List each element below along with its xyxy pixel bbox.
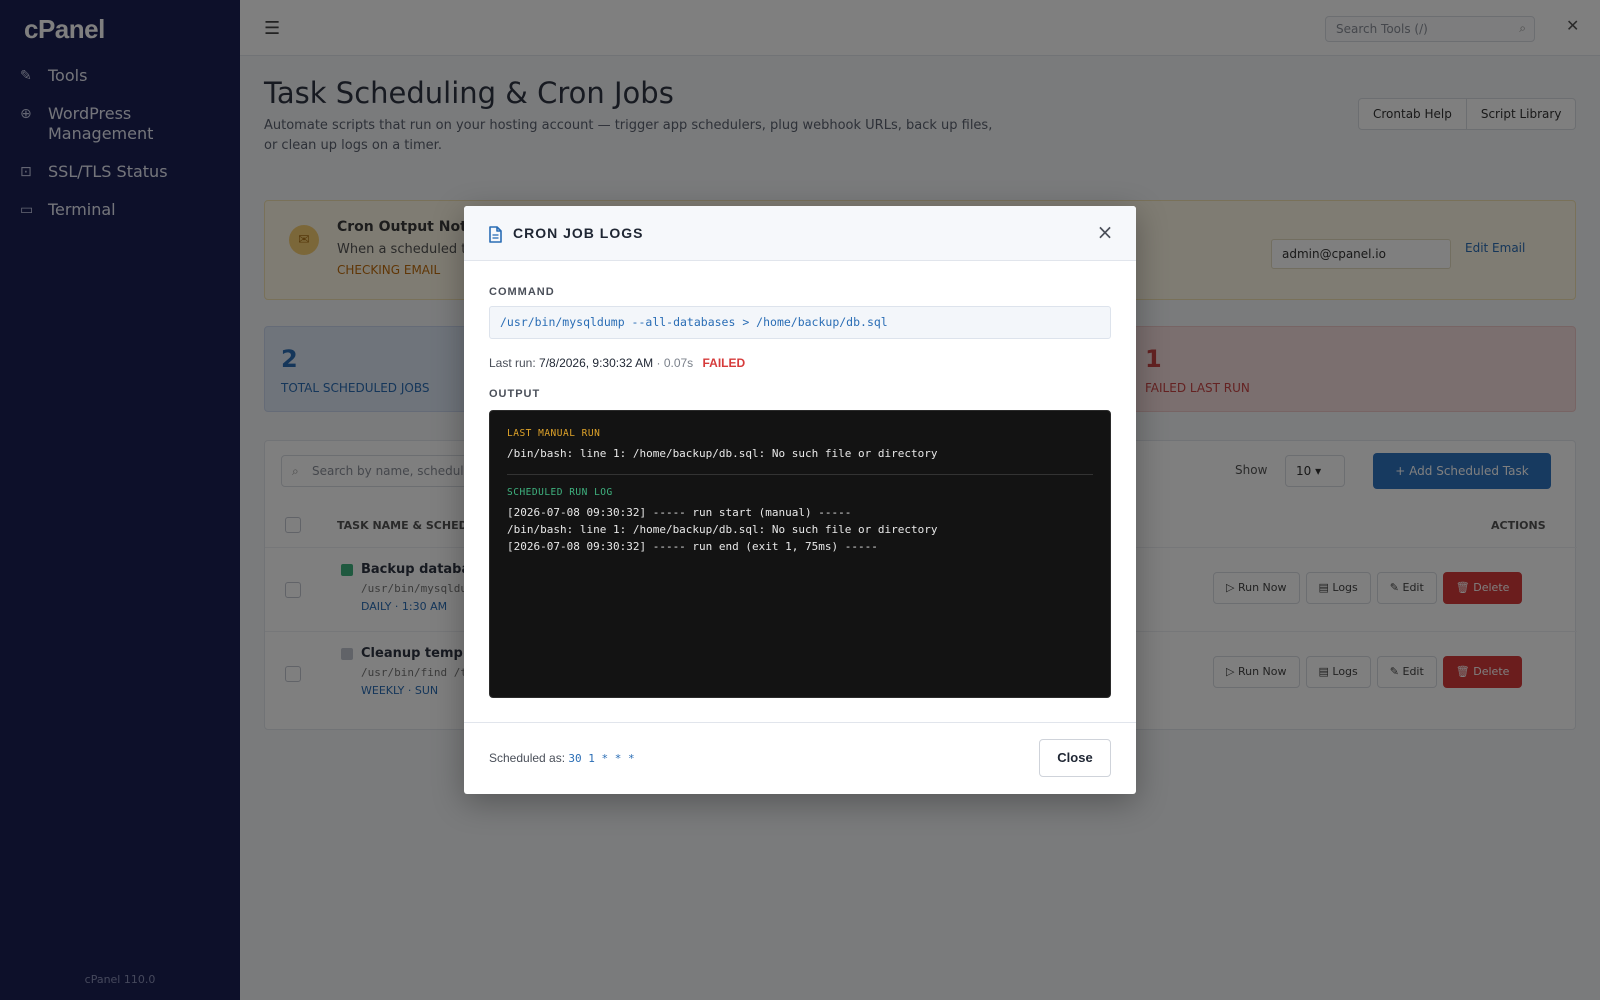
command-display: /usr/bin/mysqldump --all-databases > /ho… bbox=[489, 306, 1111, 339]
modal-close-icon[interactable]: × bbox=[1092, 219, 1118, 245]
output-divider bbox=[507, 474, 1093, 475]
log-line: [2026-07-08 09:30:32] ----- run start (m… bbox=[507, 506, 852, 519]
document-icon bbox=[488, 226, 503, 247]
last-run-time: 7/8/2026, 9:30:32 AM bbox=[539, 356, 654, 370]
cron-logs-modal: CRON JOB LOGS × COMMAND /usr/bin/mysqldu… bbox=[464, 206, 1136, 794]
status-badge: FAILED bbox=[702, 356, 746, 370]
manual-run-label: LAST MANUAL RUN bbox=[507, 428, 601, 439]
output-label: OUTPUT bbox=[489, 388, 541, 400]
log-line: /bin/bash: line 1: /home/backup/db.sql: … bbox=[507, 523, 938, 536]
last-run-label: Last run: bbox=[489, 356, 536, 370]
last-run-info: Last run: 7/8/2026, 9:30:32 AM · 0.07s F… bbox=[489, 356, 745, 370]
log-line: [2026-07-08 09:30:32] ----- run end (exi… bbox=[507, 540, 878, 553]
manual-run-output: /bin/bash: line 1: /home/backup/db.sql: … bbox=[507, 447, 938, 460]
scheduled-as-label: Scheduled as: bbox=[489, 751, 566, 765]
last-run-duration: · 0.07s bbox=[656, 356, 694, 370]
output-terminal: LAST MANUAL RUN /bin/bash: line 1: /home… bbox=[489, 410, 1111, 698]
command-label: COMMAND bbox=[489, 286, 555, 298]
modal-footer: Scheduled as: 30 1 * * * Close bbox=[464, 722, 1136, 794]
scheduled-run-label: SCHEDULED RUN LOG bbox=[507, 487, 613, 498]
modal-title: CRON JOB LOGS bbox=[513, 225, 644, 241]
cron-expression: 30 1 * * * bbox=[568, 752, 635, 765]
close-button[interactable]: Close bbox=[1039, 739, 1111, 777]
scheduled-as: Scheduled as: 30 1 * * * bbox=[489, 751, 635, 765]
modal-header: CRON JOB LOGS × bbox=[464, 206, 1136, 261]
